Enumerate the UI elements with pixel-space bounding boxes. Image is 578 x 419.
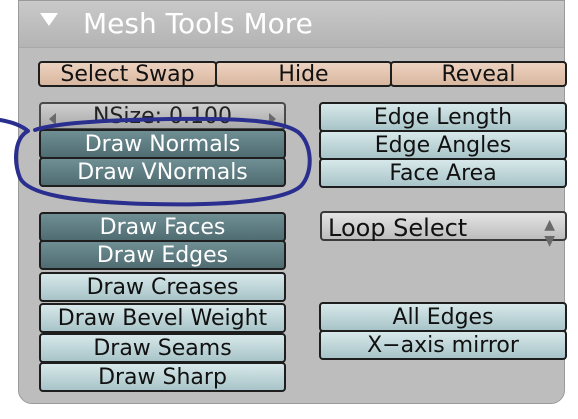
nsize-field[interactable]: NSize: 0.100 <box>39 102 286 130</box>
x-axis-mirror-button[interactable]: X−axis mirror <box>319 330 567 360</box>
draw-bevel-weight-button[interactable]: Draw Bevel Weight <box>39 303 286 333</box>
draw-faces-button[interactable]: Draw Faces <box>39 212 286 242</box>
panel-title: Mesh Tools More <box>83 7 313 40</box>
face-area-button[interactable]: Face Area <box>319 158 567 188</box>
draw-sharp-button[interactable]: Draw Sharp <box>39 362 286 392</box>
hide-button[interactable]: Hide <box>215 61 392 87</box>
increment-arrow-icon[interactable] <box>269 113 276 125</box>
updown-arrows-icon: ▲ ▼ <box>544 217 555 249</box>
reveal-button[interactable]: Reveal <box>390 61 567 87</box>
loop-select-label: Loop Select <box>328 214 468 242</box>
edge-length-button[interactable]: Edge Length <box>319 102 567 132</box>
screenshot-stage: Mesh Tools More Select Swap Hide Reveal … <box>0 0 578 419</box>
loop-select-menu[interactable]: Loop Select ▲ ▼ <box>320 211 567 249</box>
all-edges-button[interactable]: All Edges <box>319 302 567 332</box>
draw-creases-button[interactable]: Draw Creases <box>39 272 286 302</box>
panel-header[interactable]: Mesh Tools More <box>19 1 564 48</box>
decrement-arrow-icon[interactable] <box>49 113 56 125</box>
draw-edges-button[interactable]: Draw Edges <box>39 240 286 270</box>
nsize-label: NSize: 0.100 <box>92 103 232 129</box>
edge-angles-button[interactable]: Edge Angles <box>319 130 567 160</box>
draw-seams-button[interactable]: Draw Seams <box>39 333 286 363</box>
draw-normals-button[interactable]: Draw Normals <box>39 129 286 159</box>
draw-vnormals-button[interactable]: Draw VNormals <box>39 157 286 187</box>
triangle-down-icon[interactable] <box>40 13 58 26</box>
select-swap-button[interactable]: Select Swap <box>38 61 217 87</box>
